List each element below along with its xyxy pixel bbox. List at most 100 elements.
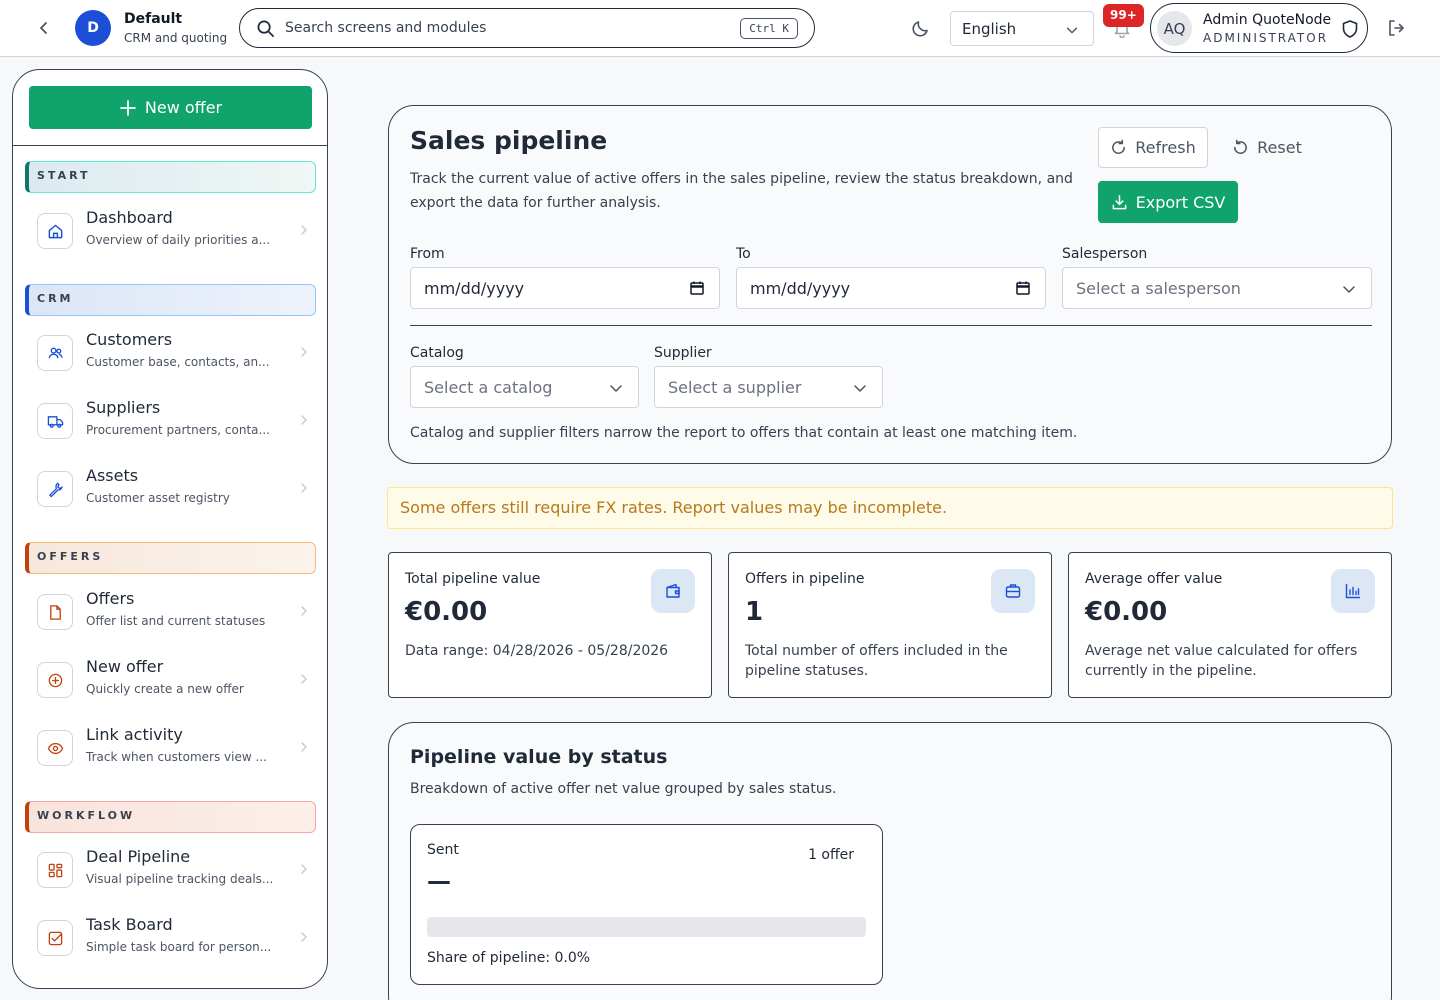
to-label: To — [736, 246, 751, 262]
sidebar-item-subtitle: Overview of daily priorities a... — [86, 233, 271, 247]
check-square-icon — [37, 920, 73, 956]
sidebar-item-title: Task Board — [86, 915, 173, 934]
wrench-icon — [37, 471, 73, 507]
sidebar-item-subtitle: Customer asset registry — [86, 491, 230, 505]
catalog-select[interactable]: Select a catalog — [410, 366, 639, 408]
sidebar-item-suppliers[interactable]: Suppliers Procurement partners, conta... — [25, 393, 316, 449]
chevron-right-icon — [301, 483, 308, 493]
metric-title: Offers in pipeline — [745, 571, 865, 587]
metric-value: 1 — [745, 597, 764, 627]
top-bar: D Default CRM and quoting Search screens… — [0, 0, 1440, 57]
moon-icon[interactable] — [911, 18, 931, 38]
status-value: — — [427, 867, 451, 895]
sidebar-item-title: Customers — [86, 330, 173, 349]
chevron-left-icon[interactable] — [34, 18, 54, 38]
metric-value: €0.00 — [405, 597, 488, 627]
export-csv-button-label: Export CSV — [1135, 192, 1226, 212]
logout-icon[interactable] — [1386, 18, 1406, 38]
metric-detail: Total number of offers included in the p… — [745, 643, 1008, 679]
sidebar-item-subtitle: Quickly create a new offer — [86, 682, 244, 696]
section-workflow: WORKFLOW — [25, 801, 316, 833]
home-icon — [37, 213, 73, 249]
calendar-icon[interactable] — [689, 280, 705, 296]
sidebar-item-title: Link activity — [86, 725, 183, 744]
org-avatar[interactable]: D — [75, 10, 111, 46]
sidebar-item-assets[interactable]: Assets Customer asset registry — [25, 461, 316, 517]
chevron-right-icon — [301, 347, 308, 357]
filter-note: Catalog and supplier filters narrow the … — [410, 425, 1078, 441]
sidebar-item-offers[interactable]: Offers Offer list and current statuses — [25, 584, 316, 640]
chevron-down-icon — [854, 385, 866, 392]
sidebar-item-title: Suppliers — [86, 398, 161, 417]
metric-value: €0.00 — [1085, 597, 1168, 627]
supplier-select[interactable]: Select a supplier — [654, 366, 883, 408]
supplier-placeholder: Select a supplier — [668, 378, 802, 397]
sidebar-item-subtitle: Visual pipeline tracking deals... — [86, 872, 274, 886]
salesperson-label: Salesperson — [1062, 246, 1148, 262]
status-card-sent: Sent 1 offer — Share of pipeline: 0.0% — [410, 824, 883, 985]
metric-detail: Average net value calculated for offers … — [1085, 643, 1358, 679]
sidebar: New offer START Dashboard Overview of da… — [12, 69, 328, 989]
page-title: Sales pipeline — [410, 126, 608, 155]
plus-circle-icon — [37, 662, 73, 698]
sidebar-item-subtitle: Customer base, contacts, an... — [86, 355, 270, 369]
sidebar-item-link-activity[interactable]: Link activity Track when customers view … — [25, 720, 316, 776]
wallet-icon — [651, 569, 695, 613]
report-filters-panel: Sales pipeline Track the current value o… — [388, 105, 1392, 464]
sidebar-item-task-board[interactable]: Task Board Simple task board for person.… — [25, 910, 316, 966]
search-icon — [257, 20, 274, 37]
status-share-bar — [427, 917, 866, 937]
language-select[interactable]: English — [950, 11, 1094, 46]
search-input[interactable]: Search screens and modules Ctrl K — [239, 8, 815, 48]
sidebar-item-new-offer[interactable]: New offer Quickly create a new offer — [25, 652, 316, 708]
sidebar-item-subtitle: Track when customers view ... — [86, 750, 267, 764]
chevron-down-icon — [1343, 286, 1355, 293]
org-subtitle: CRM and quoting — [124, 31, 228, 45]
refresh-icon — [1112, 139, 1126, 154]
sidebar-item-title: Deal Pipeline — [86, 847, 191, 866]
new-offer-button[interactable]: New offer — [29, 86, 312, 129]
avatar: AQ — [1157, 11, 1192, 46]
sidebar-item-customers[interactable]: Customers Customer base, contacts, an... — [25, 325, 316, 381]
to-date-input[interactable]: mm/dd/yyyy — [736, 267, 1046, 309]
calendar-icon[interactable] — [1015, 280, 1031, 296]
search-shortcut-hint: Ctrl K — [740, 18, 798, 39]
metric-detail: Data range: 04/28/2026 - 05/28/2026 — [405, 643, 669, 659]
sidebar-item-subtitle: Procurement partners, conta... — [86, 423, 270, 437]
notification-badge: 99+ — [1103, 4, 1144, 27]
sidebar-item-title: New offer — [86, 657, 164, 676]
org-name: Default — [124, 11, 183, 27]
fx-rate-warning: Some offers still require FX rates. Repo… — [387, 487, 1393, 529]
sidebar-item-subtitle: Offer list and current statuses — [86, 614, 266, 628]
refresh-button-label: Refresh — [1135, 138, 1196, 157]
salesperson-select[interactable]: Select a salesperson — [1062, 267, 1372, 309]
sidebar-divider — [13, 145, 327, 146]
from-date-value: mm/dd/yyyy — [424, 279, 525, 298]
metric-title: Average offer value — [1085, 571, 1223, 587]
new-offer-button-label: New offer — [144, 98, 223, 117]
chevron-right-icon — [301, 606, 308, 616]
language-value: English — [962, 20, 1017, 38]
chevron-right-icon — [301, 932, 308, 942]
chevron-right-icon — [301, 674, 308, 684]
shield-icon — [1342, 20, 1358, 38]
catalog-label: Catalog — [410, 345, 464, 361]
sidebar-item-subtitle: Simple task board for person... — [86, 940, 272, 954]
from-date-input[interactable]: mm/dd/yyyy — [410, 267, 720, 309]
chevron-right-icon — [301, 742, 308, 752]
briefcase-icon — [991, 569, 1035, 613]
section-description: Breakdown of active offer net value grou… — [410, 781, 837, 797]
reset-button-label: Reset — [1257, 138, 1302, 157]
sidebar-item-deal-pipeline[interactable]: Deal Pipeline Visual pipeline tracking d… — [25, 842, 316, 898]
chevron-right-icon — [301, 415, 308, 425]
user-menu[interactable]: AQ Admin QuoteNode ADMINISTRATOR — [1150, 3, 1368, 53]
user-role: ADMINISTRATOR — [1203, 31, 1329, 45]
plus-icon — [119, 99, 136, 116]
refresh-button[interactable]: Refresh — [1098, 127, 1208, 168]
layout-grid-icon — [37, 852, 73, 888]
sidebar-item-dashboard[interactable]: Dashboard Overview of daily priorities a… — [25, 203, 316, 259]
filter-divider — [410, 325, 1372, 326]
reset-button[interactable]: Reset — [1222, 127, 1312, 168]
export-csv-button[interactable]: Export CSV — [1098, 181, 1238, 223]
metric-card-total-value: Total pipeline value €0.00 Data range: 0… — [388, 552, 712, 698]
